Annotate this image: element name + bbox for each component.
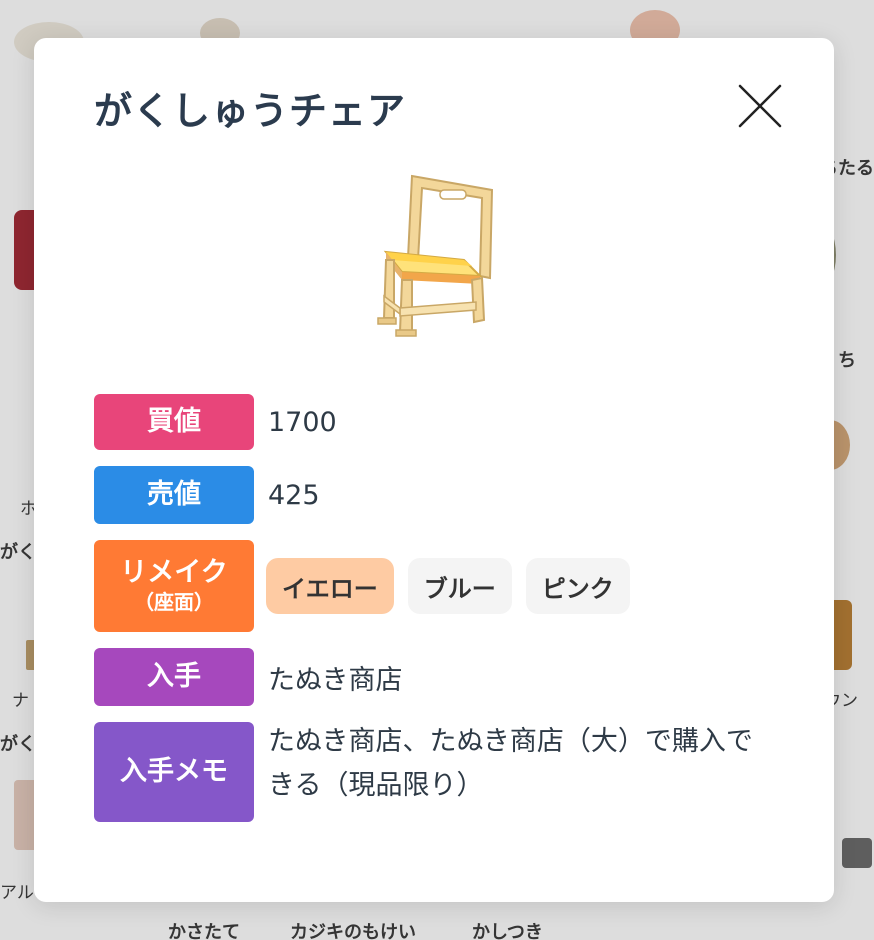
chair-image <box>364 168 504 338</box>
remake-sublabel-text: （座面） <box>134 590 214 614</box>
buy-price-row: 買値 1700 <box>94 394 337 450</box>
item-detail-modal: がくしゅうチェア 買値 1700 売値 425 リメイク （座面） イエロー ブ… <box>34 38 834 902</box>
source-memo-label-text: 入手メモ <box>120 756 228 787</box>
buy-price-value: 1700 <box>268 406 337 438</box>
source-memo-row: 入手メモ たぬき商店、たぬき商店（大）で購入できる（現品限り） <box>94 722 758 822</box>
sell-price-row: 売値 425 <box>94 466 320 524</box>
sell-price-label: 売値 <box>94 466 254 524</box>
remake-option-yellow[interactable]: イエロー <box>266 558 394 614</box>
remake-label-text: リメイク <box>120 557 228 588</box>
remake-label: リメイク （座面） <box>94 540 254 632</box>
close-icon <box>738 84 782 128</box>
remake-option-blue[interactable]: ブルー <box>407 558 512 614</box>
buy-price-label-text: 買値 <box>147 406 201 437</box>
source-row: 入手 たぬき商店 <box>94 648 402 706</box>
remake-row: リメイク （座面） イエロー ブルー ピンク <box>94 540 630 632</box>
remake-options: イエロー ブルー ピンク <box>266 558 630 614</box>
source-value: たぬき商店 <box>268 664 403 696</box>
item-title: がくしゅうチェア <box>94 89 407 133</box>
sell-price-label-text: 売値 <box>147 479 201 510</box>
sell-price-value: 425 <box>268 479 320 511</box>
source-memo-value: たぬき商店、たぬき商店（大）で購入できる（現品限り） <box>268 726 753 801</box>
source-memo-label: 入手メモ <box>94 722 254 822</box>
source-label: 入手 <box>94 648 254 706</box>
close-button[interactable] <box>732 78 788 134</box>
remake-option-pink[interactable]: ピンク <box>525 558 630 614</box>
source-label-text: 入手 <box>147 661 201 692</box>
buy-price-label: 買値 <box>94 394 254 450</box>
